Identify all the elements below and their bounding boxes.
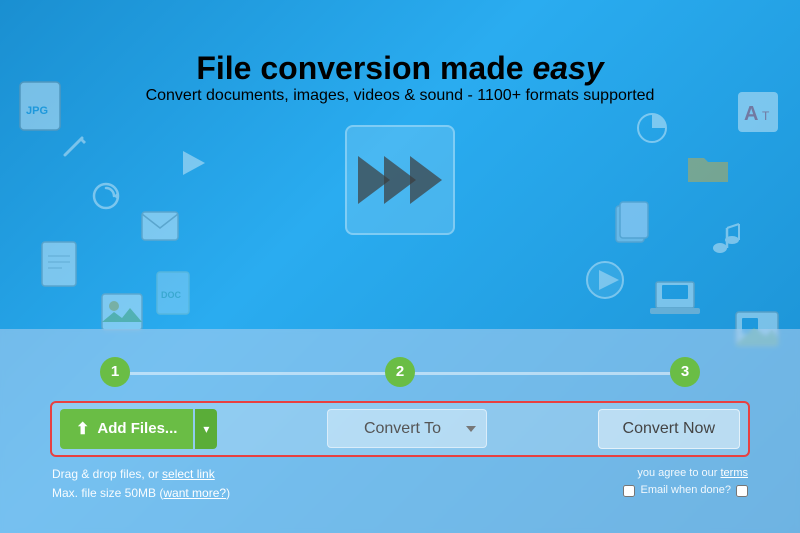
- add-files-label: Add Files...: [97, 420, 177, 437]
- add-files-button[interactable]: ⬆ Add Files...: [60, 409, 193, 449]
- email-checkbox-2[interactable]: [736, 485, 748, 497]
- convert-to-wrap: Convert To: [227, 409, 587, 448]
- drag-drop-text: Drag & drop files, or select link Max. f…: [52, 465, 230, 503]
- bottom-panel: 1 2 3 ⬆ Add Files... ▾ Convert To Conver…: [0, 329, 800, 533]
- hero-title: File conversion made easy: [0, 50, 800, 87]
- email-checkbox[interactable]: [623, 485, 635, 497]
- hero-section: File conversion made easy Convert docume…: [0, 0, 800, 105]
- add-files-wrap: ⬆ Add Files... ▾: [60, 409, 217, 449]
- select-link[interactable]: select link: [162, 467, 215, 481]
- hero-subtitle: Convert documents, images, videos & soun…: [0, 87, 800, 105]
- step-3: 3: [670, 357, 700, 387]
- steps-row: 1 2 3: [50, 357, 750, 387]
- right-text: you agree to our terms Email when done?: [623, 465, 748, 500]
- want-more-link[interactable]: want more?: [163, 486, 226, 500]
- drag-text-2: Max. file size 50MB (: [52, 486, 163, 500]
- convert-now-button[interactable]: Convert Now: [598, 409, 740, 449]
- add-files-dropdown-button[interactable]: ▾: [195, 409, 217, 449]
- terms-text: you agree to our: [637, 467, 720, 479]
- terms-link[interactable]: terms: [721, 467, 749, 479]
- bottom-text-row: Drag & drop files, or select link Max. f…: [50, 465, 750, 503]
- action-row: ⬆ Add Files... ▾ Convert To Convert Now: [50, 401, 750, 457]
- drag-end: ): [226, 486, 230, 500]
- hero-title-bold: easy: [532, 50, 603, 86]
- convert-to-select[interactable]: Convert To: [327, 409, 487, 448]
- dropdown-arrow-icon: ▾: [203, 422, 209, 436]
- logo-container: [0, 125, 800, 235]
- drag-text-1: Drag & drop files, or: [52, 467, 162, 481]
- logo-arrows: [358, 156, 442, 204]
- app-logo: [345, 125, 455, 235]
- upload-icon: ⬆: [76, 419, 89, 439]
- email-label: Email when done?: [640, 482, 731, 500]
- step-1: 1: [100, 357, 130, 387]
- step-2: 2: [385, 357, 415, 387]
- logo-arrow-3: [410, 156, 442, 204]
